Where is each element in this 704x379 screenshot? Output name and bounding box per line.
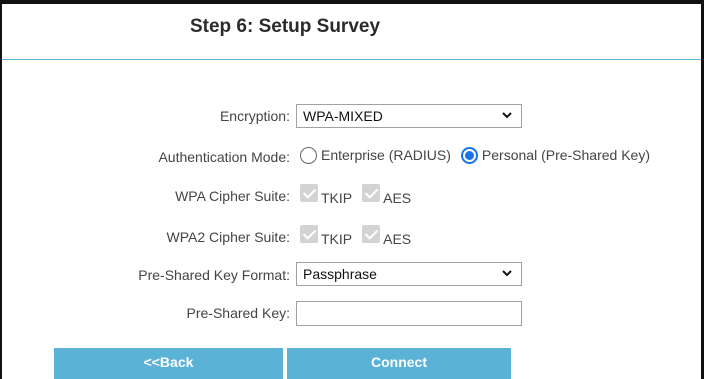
frame-border-left: [0, 0, 2, 379]
encryption-label: Encryption:: [219, 108, 290, 124]
psk-format-select-value: Passphrase: [303, 266, 377, 282]
wpa-cipher-group: TKIP AES: [300, 184, 421, 206]
radio-personal-label[interactable]: Personal (Pre-Shared Key): [482, 147, 650, 163]
frame-border-top: [0, 0, 704, 4]
radio-enterprise[interactable]: [300, 146, 317, 164]
setup-wizard-frame: Step 6: Setup Survey Encryption: WPA-MIX…: [0, 0, 704, 379]
psk-format-select[interactable]: Passphrase: [296, 262, 522, 286]
wpa2-cipher-label: WPA2 Cipher Suite:: [166, 229, 290, 245]
psk-format-label: Pre-Shared Key Format:: [138, 267, 290, 283]
wpa-aes-label: AES: [383, 190, 412, 207]
wpa-aes-checkbox: [362, 184, 381, 203]
wpa2-tkip-label: TKIP: [321, 231, 353, 248]
page-title: Step 6: Setup Survey: [189, 16, 381, 37]
chevron-down-icon: [502, 270, 512, 277]
chevron-down-icon: [502, 112, 512, 119]
encryption-select[interactable]: WPA-MIXED: [296, 104, 522, 128]
back-button[interactable]: <<Back: [54, 348, 283, 379]
psk-label: Pre-Shared Key:: [186, 305, 291, 321]
encryption-select-value: WPA-MIXED: [303, 108, 383, 124]
wpa2-cipher-group: TKIP AES: [300, 225, 421, 247]
title-divider: [2, 59, 701, 60]
wpa-cipher-label: WPA Cipher Suite:: [175, 188, 290, 204]
auth-mode-radio-group: Enterprise (RADIUS) Personal (Pre-Shared …: [300, 146, 660, 164]
wpa2-aes-checkbox: [362, 225, 381, 244]
radio-enterprise-label[interactable]: Enterprise (RADIUS): [321, 147, 451, 163]
wpa2-tkip-checkbox: [300, 225, 318, 244]
radio-personal[interactable]: [460, 146, 478, 164]
psk-input[interactable]: [296, 301, 522, 326]
wpa-tkip-label: TKIP: [321, 190, 353, 207]
wpa2-aes-label: AES: [383, 231, 412, 248]
wpa-tkip-checkbox: [300, 184, 318, 203]
auth-mode-label: Authentication Mode:: [158, 149, 290, 165]
connect-button[interactable]: Connect: [287, 348, 511, 379]
